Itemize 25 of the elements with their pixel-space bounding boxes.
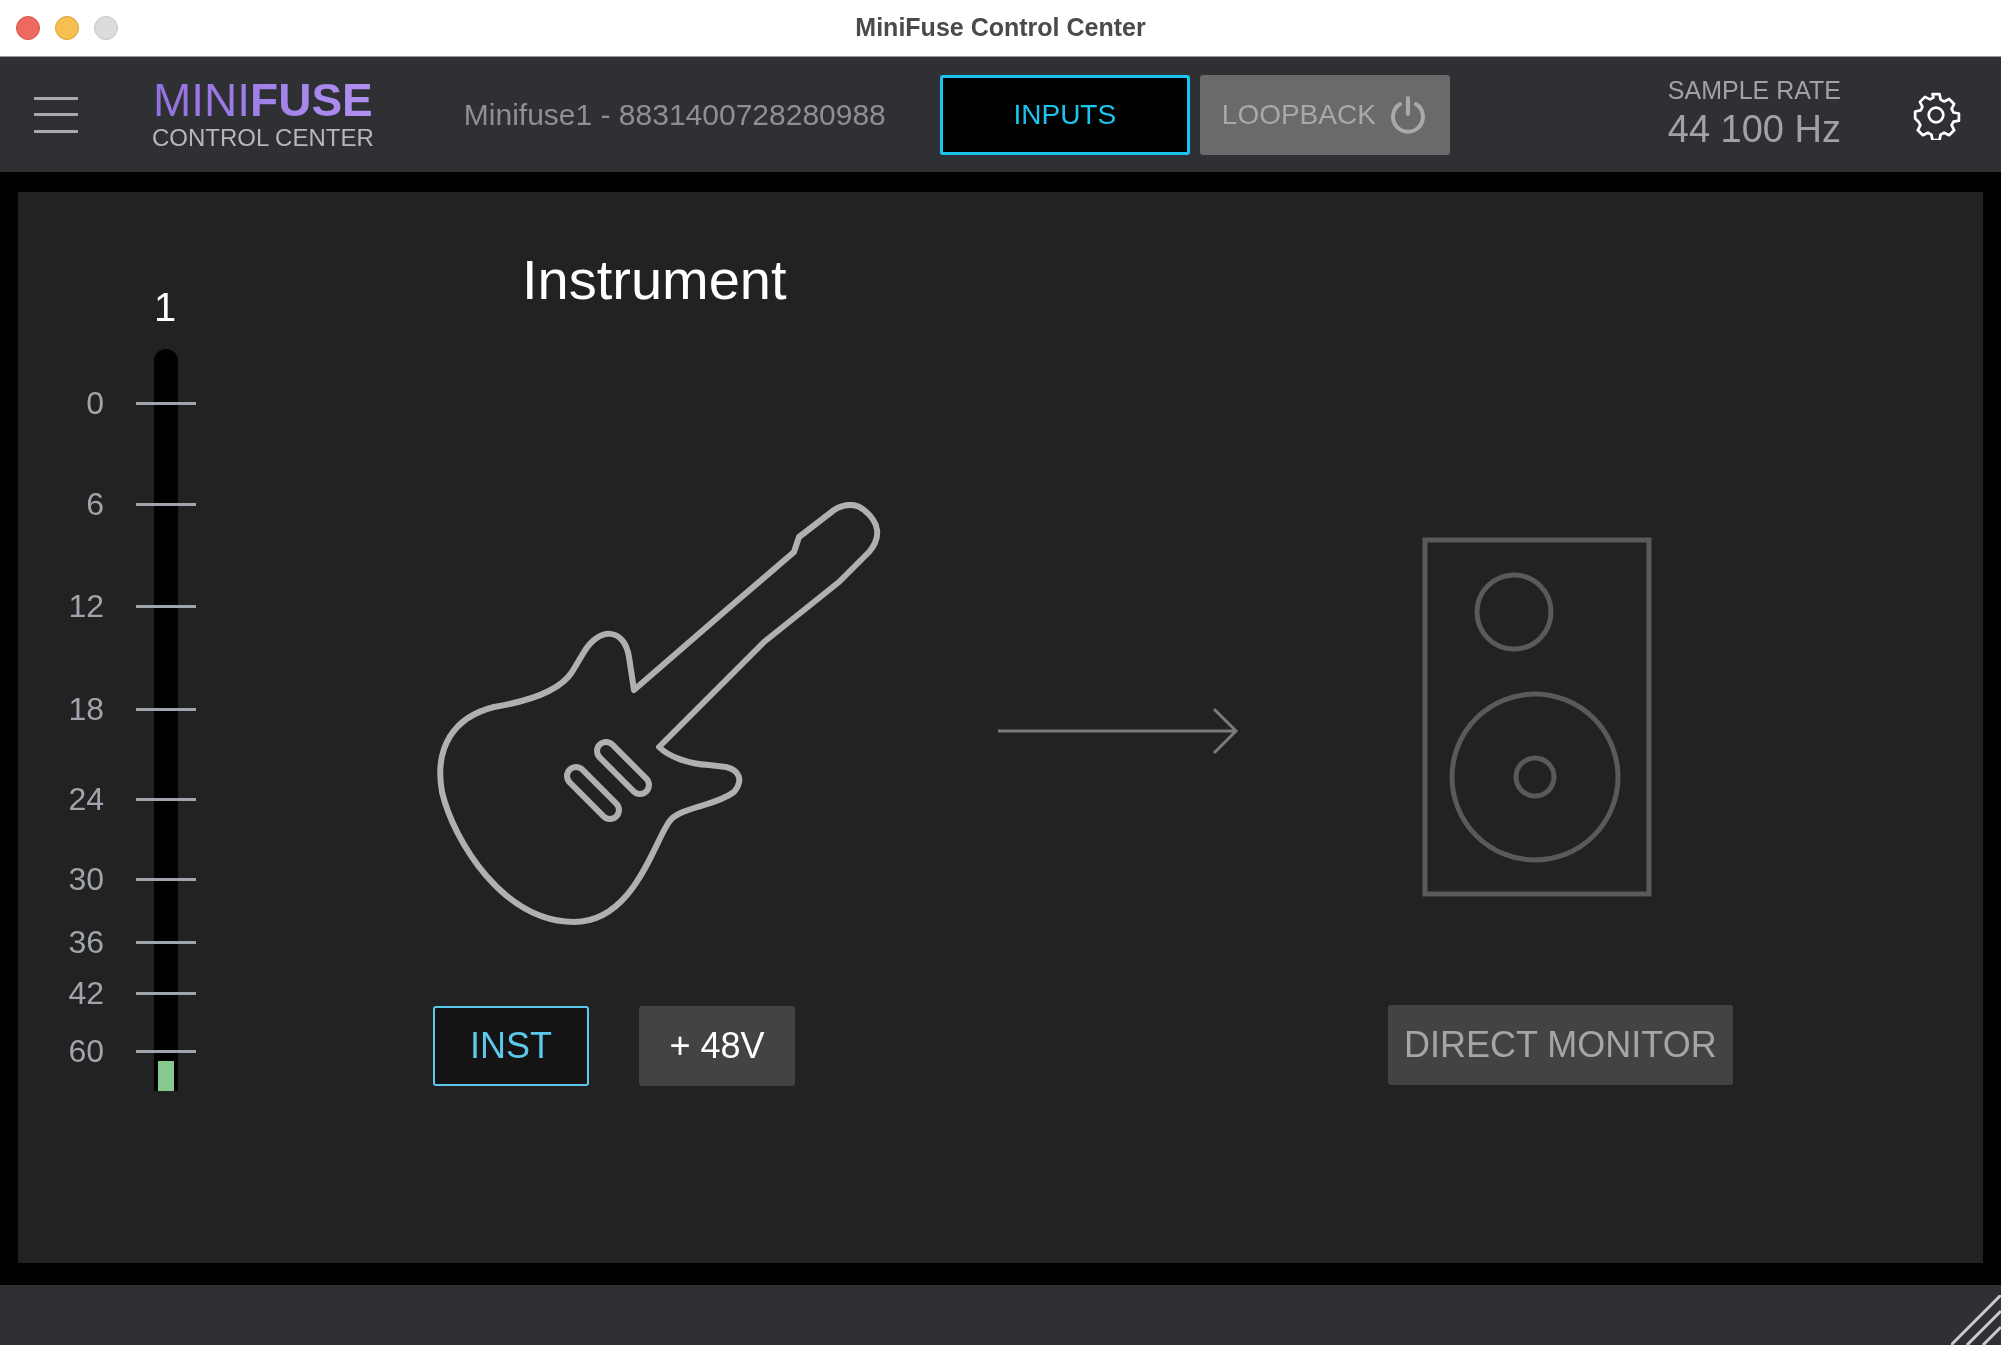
toggle-button[interactable]: + 48V [639,1006,795,1086]
scale-label: 24 [68,783,104,815]
sample-rate-label: SAMPLE RATE [1667,75,1841,107]
scale-label: 18 [68,693,104,725]
scale-label: 30 [68,863,104,895]
window-title: MiniFuse Control Center [855,12,1146,44]
channel-number: 1 [154,284,177,331]
scale-label: 6 [86,488,104,520]
tab[interactable]: INPUTS [939,74,1190,155]
scale-label: 36 [68,926,104,958]
resize-grip-icon[interactable] [1951,1295,2001,1345]
scale-label: 0 [86,387,104,419]
device-name: Minifuse1 - 8831400728280988 [463,97,886,133]
scale-label: 42 [68,977,104,1009]
toggle-button[interactable]: INST [433,1006,589,1086]
scale-label: 60 [68,1035,104,1067]
menu-icon[interactable] [34,94,78,135]
input-title: Instrument [522,247,787,313]
close-icon[interactable] [16,16,40,40]
sample-rate-value: 44 100 Hz [1667,107,1841,153]
logo-subtitle: CONTROL CENTER [152,122,374,153]
scale-label: 12 [68,590,104,622]
speaker-icon [1422,537,1652,897]
direct-monitor-button[interactable]: DIRECT MONITOR [1388,1005,1733,1085]
arrow-icon [998,707,1240,755]
